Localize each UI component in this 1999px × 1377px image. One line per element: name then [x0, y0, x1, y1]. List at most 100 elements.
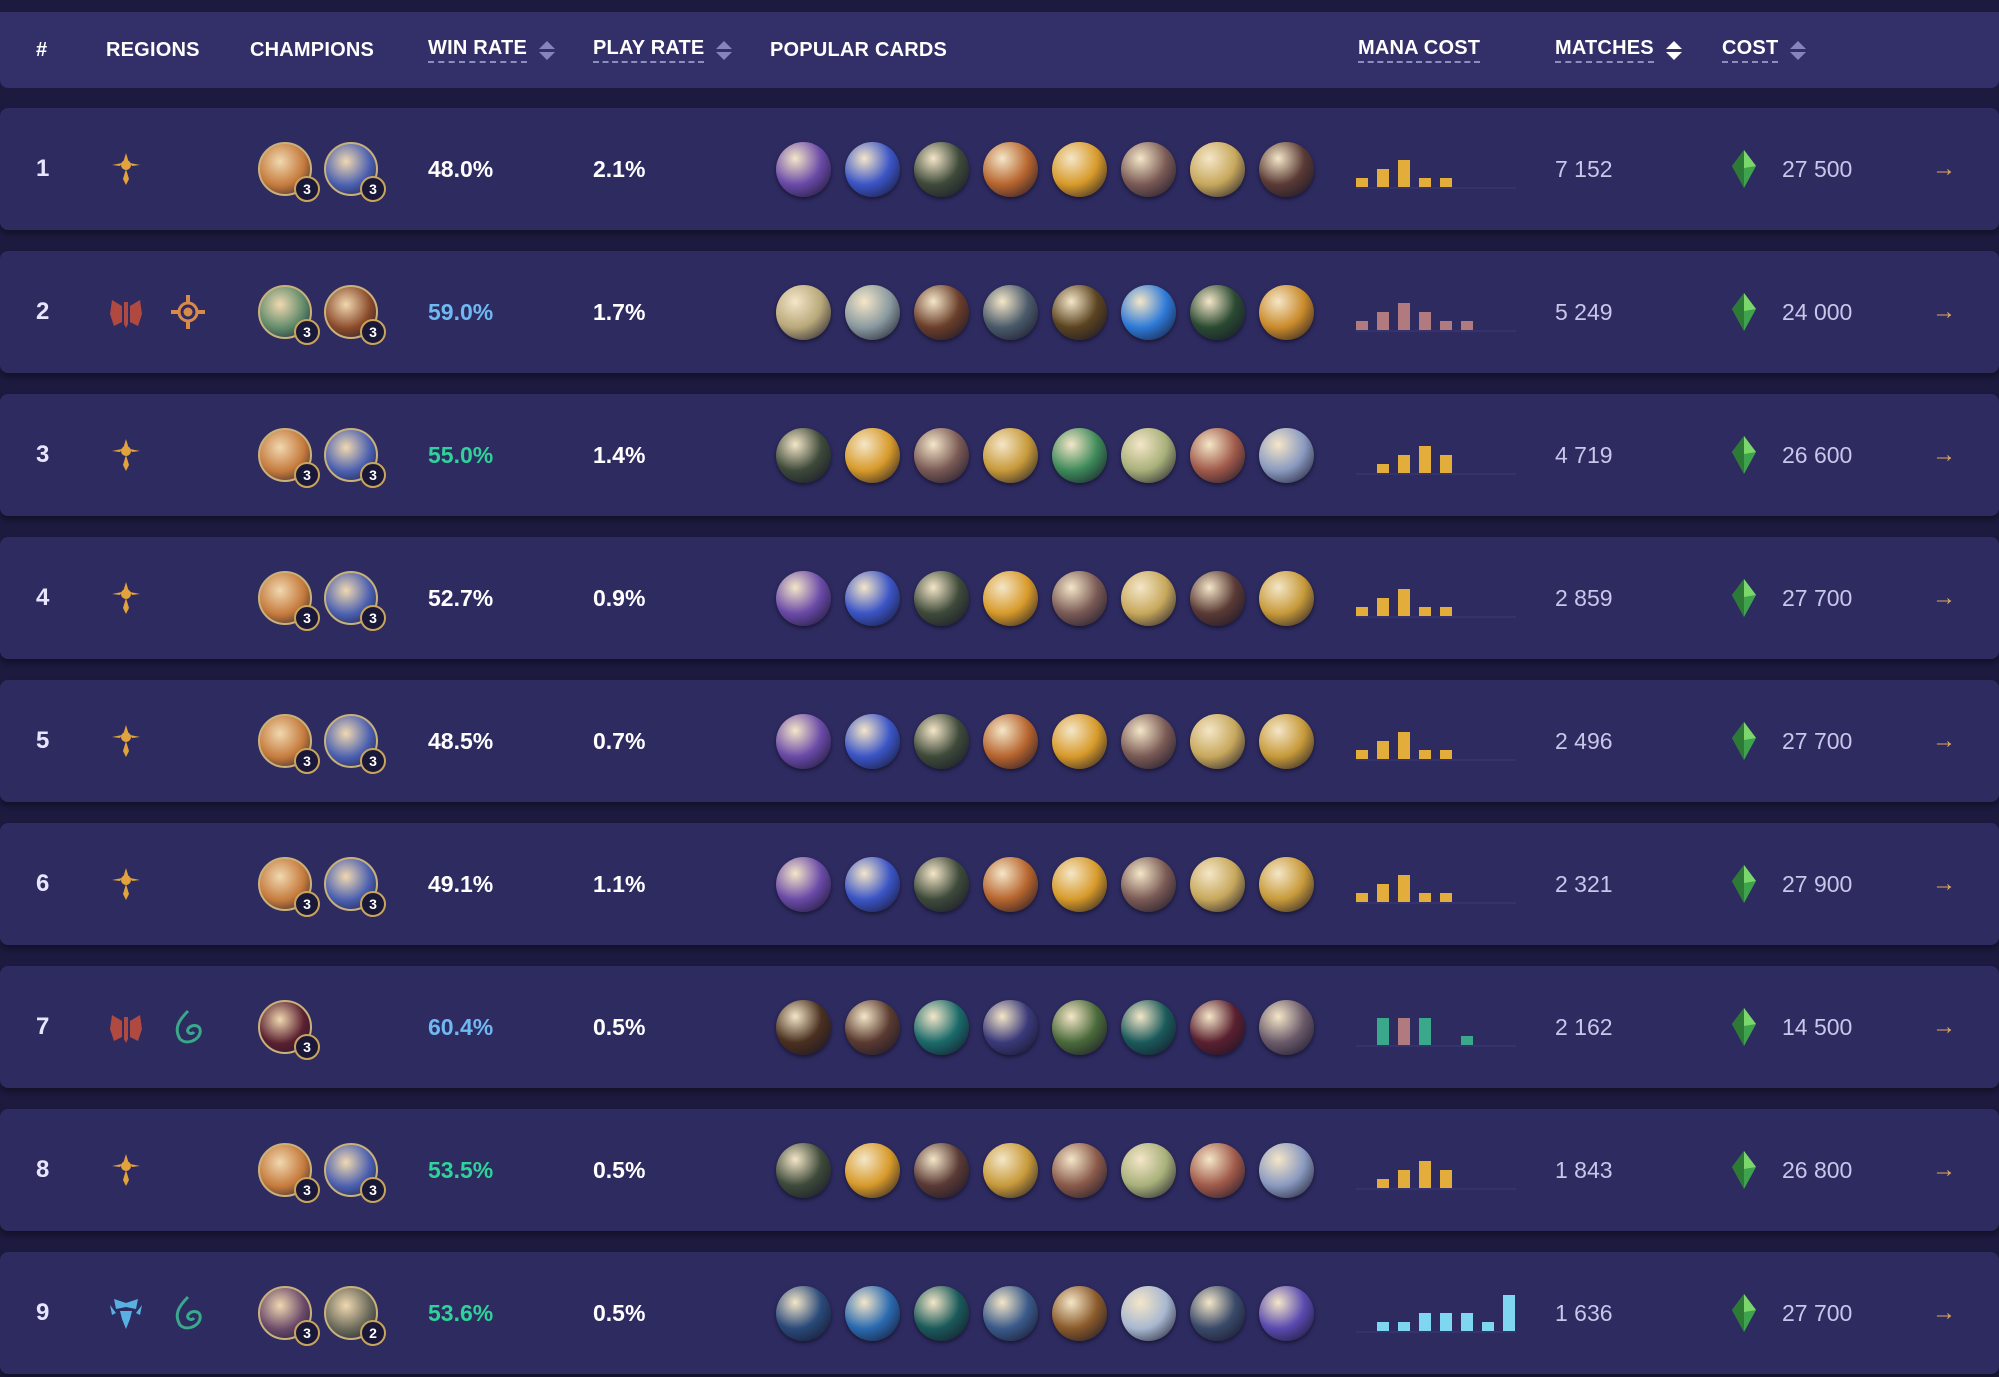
card-icon[interactable] — [1121, 856, 1176, 912]
card-icon[interactable] — [845, 856, 900, 912]
open-deck-arrow-icon[interactable]: → — [1932, 251, 1956, 373]
card-icon[interactable] — [914, 141, 969, 197]
champion-fire-icon[interactable]: 3 — [258, 857, 320, 917]
card-icon[interactable] — [1121, 284, 1176, 340]
header-play-rate-label[interactable]: PLAY RATE — [593, 37, 705, 63]
card-icon[interactable] — [1190, 1142, 1245, 1198]
card-icon[interactable] — [1052, 284, 1107, 340]
header-mana-cost-label[interactable]: MANA COST — [1358, 37, 1481, 63]
card-icon[interactable] — [1190, 1285, 1245, 1341]
card-icon[interactable] — [1259, 570, 1314, 626]
header-cost-label[interactable]: COST — [1722, 37, 1779, 63]
card-icon[interactable] — [1121, 141, 1176, 197]
card-icon[interactable] — [1259, 141, 1314, 197]
header-play-rate[interactable]: PLAY RATE — [593, 12, 733, 88]
card-icon[interactable] — [845, 570, 900, 626]
card-icon[interactable] — [1121, 1142, 1176, 1198]
card-icon[interactable] — [1259, 1142, 1314, 1198]
header-matches-label[interactable]: MATCHES — [1555, 37, 1654, 63]
card-icon[interactable] — [1190, 999, 1245, 1055]
open-deck-arrow-icon[interactable]: → — [1932, 966, 1956, 1088]
card-icon[interactable] — [776, 1285, 831, 1341]
champion-fire-icon[interactable]: 3 — [258, 571, 320, 631]
open-deck-arrow-icon[interactable]: → — [1932, 1109, 1956, 1231]
card-icon[interactable] — [1259, 284, 1314, 340]
card-icon[interactable] — [845, 1142, 900, 1198]
card-icon[interactable] — [845, 427, 900, 483]
card-icon[interactable] — [1190, 570, 1245, 626]
open-deck-arrow-icon[interactable]: → — [1932, 823, 1956, 945]
sort-icon[interactable] — [539, 40, 555, 60]
card-icon[interactable] — [983, 284, 1038, 340]
champion-fire-mage-icon[interactable]: 3 — [324, 285, 386, 345]
table-row[interactable]: 4 3 3 52.7% 0.9% 2 859 27 700 → — [0, 537, 1999, 659]
card-icon[interactable] — [1052, 856, 1107, 912]
card-icon[interactable] — [1121, 999, 1176, 1055]
card-icon[interactable] — [1259, 1285, 1314, 1341]
header-cost[interactable]: COST — [1722, 12, 1807, 88]
card-icon[interactable] — [1259, 427, 1314, 483]
card-icon[interactable] — [914, 1285, 969, 1341]
card-icon[interactable] — [776, 713, 831, 769]
card-icon[interactable] — [914, 856, 969, 912]
card-icon[interactable] — [776, 999, 831, 1055]
champion-dark-red-icon[interactable]: 3 — [258, 1000, 320, 1060]
card-icon[interactable] — [845, 713, 900, 769]
open-deck-arrow-icon[interactable]: → — [1932, 680, 1956, 802]
champion-blue-hood-icon[interactable]: 3 — [324, 1143, 386, 1203]
card-icon[interactable] — [983, 141, 1038, 197]
card-icon[interactable] — [1190, 284, 1245, 340]
table-row[interactable]: 2 3 3 59.0% 1.7% 5 249 24 000 → — [0, 251, 1999, 373]
card-icon[interactable] — [983, 713, 1038, 769]
open-deck-arrow-icon[interactable]: → — [1932, 394, 1956, 516]
card-icon[interactable] — [983, 570, 1038, 626]
card-icon[interactable] — [1052, 999, 1107, 1055]
table-row[interactable]: 8 3 3 53.5% 0.5% 1 843 26 800 → — [0, 1109, 1999, 1231]
card-icon[interactable] — [1121, 570, 1176, 626]
champion-blue-hood-icon[interactable]: 3 — [324, 714, 386, 774]
table-row[interactable]: 3 3 3 55.0% 1.4% 4 719 26 600 → — [0, 394, 1999, 516]
champion-grey-icon[interactable]: 2 — [324, 1286, 386, 1346]
champion-fire-icon[interactable]: 3 — [258, 428, 320, 488]
header-matches[interactable]: MATCHES — [1555, 12, 1682, 88]
table-row[interactable]: 9 3 2 53.6% 0.5% 1 636 27 700 → — [0, 1252, 1999, 1374]
champion-fire-icon[interactable]: 3 — [258, 142, 320, 202]
card-icon[interactable] — [1052, 141, 1107, 197]
champion-green-icon[interactable]: 3 — [258, 285, 320, 345]
champion-blue-hood-icon[interactable]: 3 — [324, 857, 386, 917]
sort-active-icon[interactable] — [1665, 40, 1682, 60]
card-icon[interactable] — [1052, 427, 1107, 483]
card-icon[interactable] — [1052, 570, 1107, 626]
sort-icon[interactable] — [1790, 40, 1807, 60]
header-mana-cost[interactable]: MANA COST — [1358, 12, 1481, 88]
card-icon[interactable] — [983, 856, 1038, 912]
card-icon[interactable] — [983, 999, 1038, 1055]
card-icon[interactable] — [1121, 427, 1176, 483]
card-icon[interactable] — [1190, 141, 1245, 197]
sort-icon[interactable] — [716, 40, 733, 60]
card-icon[interactable] — [776, 570, 831, 626]
card-icon[interactable] — [1190, 427, 1245, 483]
card-icon[interactable] — [845, 999, 900, 1055]
card-icon[interactable] — [1259, 856, 1314, 912]
card-icon[interactable] — [776, 1142, 831, 1198]
card-icon[interactable] — [914, 570, 969, 626]
card-icon[interactable] — [776, 284, 831, 340]
card-icon[interactable] — [776, 141, 831, 197]
open-deck-arrow-icon[interactable]: → — [1932, 537, 1956, 659]
card-icon[interactable] — [776, 856, 831, 912]
champion-fire-icon[interactable]: 3 — [258, 1143, 320, 1203]
card-icon[interactable] — [1259, 999, 1314, 1055]
champion-blue-hood-icon[interactable]: 3 — [324, 571, 386, 631]
champion-blue-hood-icon[interactable]: 3 — [324, 142, 386, 202]
card-icon[interactable] — [914, 427, 969, 483]
card-icon[interactable] — [845, 284, 900, 340]
header-win-rate-label[interactable]: WIN RATE — [428, 37, 527, 63]
card-icon[interactable] — [845, 1285, 900, 1341]
card-icon[interactable] — [914, 999, 969, 1055]
card-icon[interactable] — [1052, 1285, 1107, 1341]
card-icon[interactable] — [983, 1285, 1038, 1341]
card-icon[interactable] — [914, 1142, 969, 1198]
card-icon[interactable] — [1190, 713, 1245, 769]
table-row[interactable]: 1 3 3 48.0% 2.1% 7 152 27 500 → — [0, 108, 1999, 230]
